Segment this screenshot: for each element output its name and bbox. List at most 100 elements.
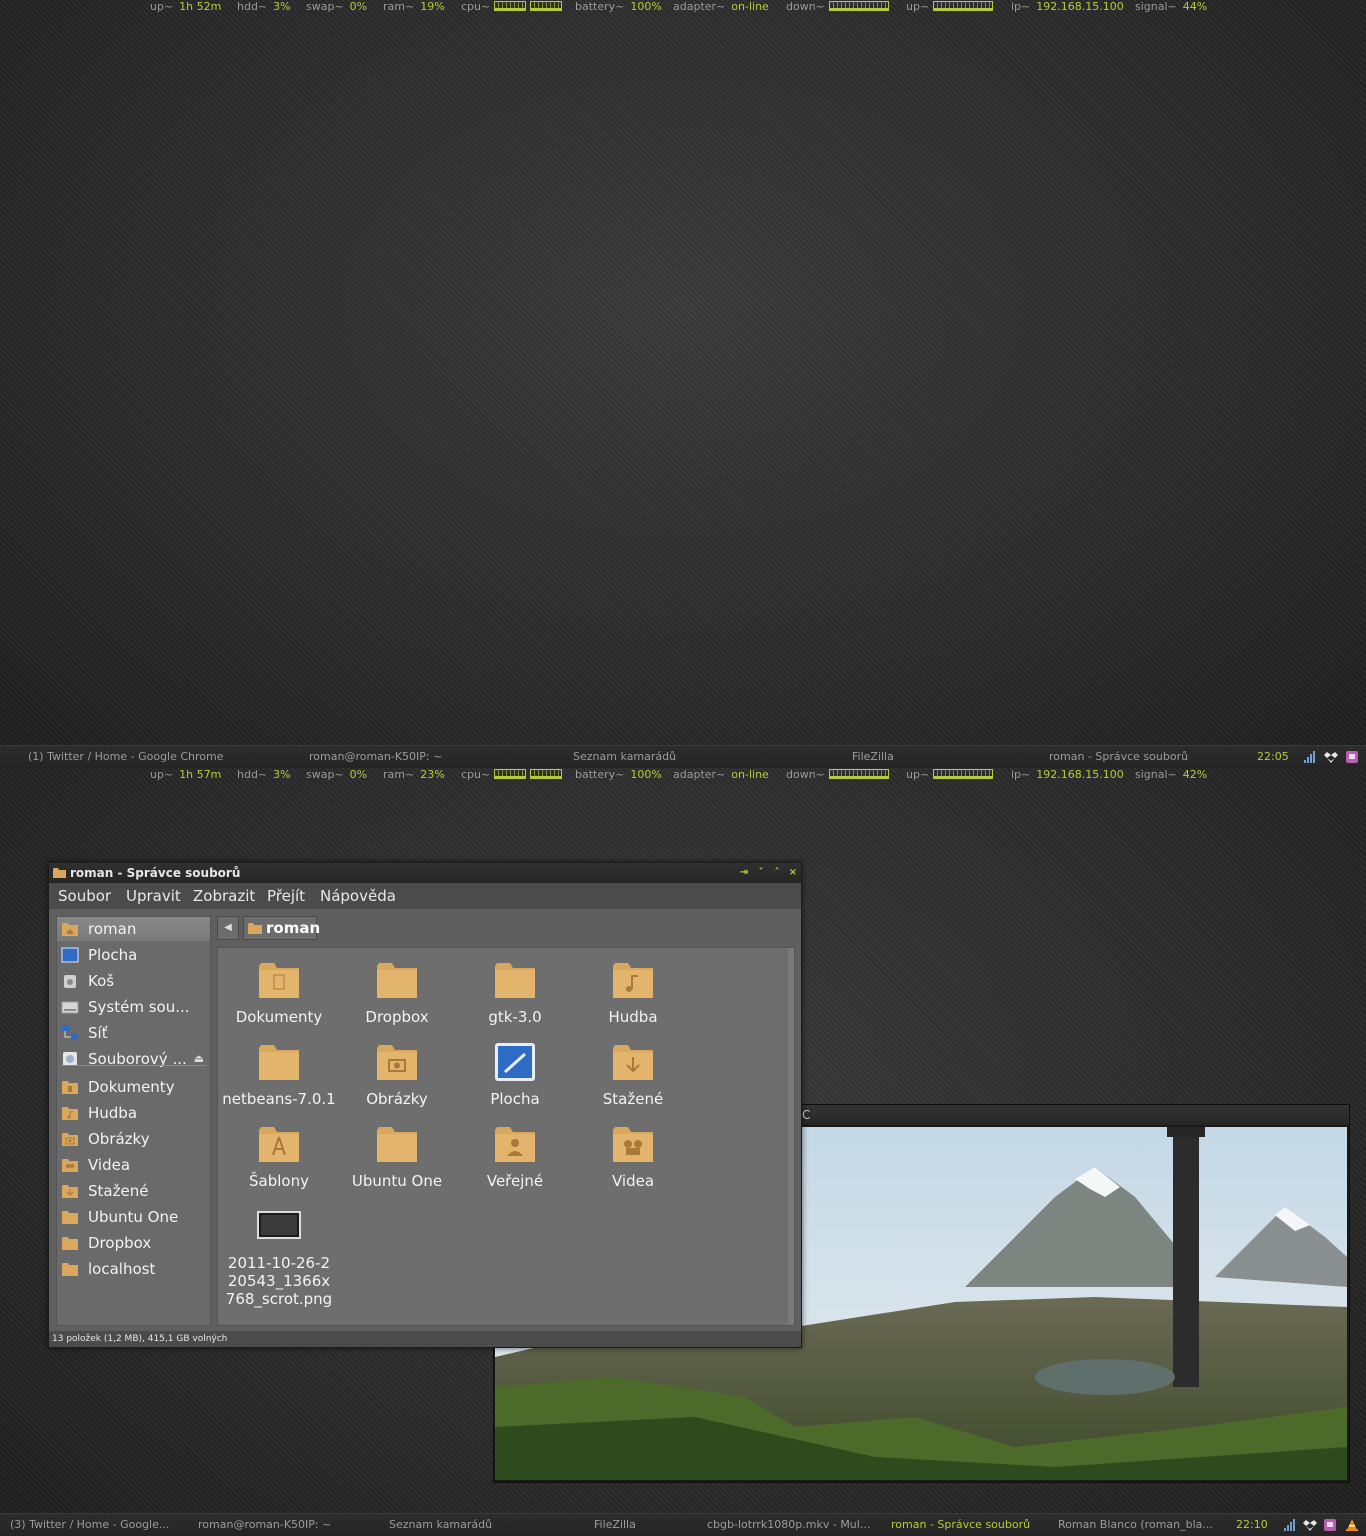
messenger-icon[interactable] — [1323, 1518, 1337, 1532]
chevron-up-icon[interactable]: ˄ — [770, 863, 784, 883]
task-video-player[interactable]: cbgb-lotrrk1080p.mkv - Mul... — [707, 1514, 870, 1536]
task-terminal[interactable]: roman@roman-K50IP: ~ — [309, 746, 442, 768]
sidebar-item-videa[interactable]: Videa — [57, 1153, 210, 1177]
file-item-netbeans[interactable]: netbeans-7.0.1 — [220, 1030, 338, 1110]
templates-folder-icon — [259, 1127, 299, 1162]
pin-icon[interactable]: ⇥ — [737, 863, 751, 883]
sidebar-item-hudba[interactable]: Hudba — [57, 1101, 210, 1125]
file-item-gtk[interactable]: gtk-3.0 — [456, 948, 574, 1028]
menu-go[interactable]: Přejít — [267, 883, 305, 909]
cpu-stat: cpu~ — [461, 0, 563, 14]
battery-stat: battery~ 100% — [575, 768, 662, 781]
pictures-folder-icon — [377, 1045, 417, 1080]
task-filezilla[interactable]: FileZilla — [852, 746, 894, 768]
breadcrumb-roman[interactable]: roman — [243, 916, 321, 940]
videos-folder-icon — [613, 1127, 653, 1162]
scrollbar[interactable] — [788, 948, 794, 1325]
sidebar-item-kos[interactable]: Koš — [57, 969, 210, 993]
clock[interactable]: 22:10 — [1236, 1514, 1268, 1536]
sidebar-item-dropbox[interactable]: Dropbox — [57, 1231, 210, 1255]
sidebar-item-roman[interactable]: roman — [57, 917, 210, 941]
file-label: Videa — [611, 1172, 655, 1190]
file-label: Dokumenty — [235, 1008, 323, 1026]
file-item-stazene[interactable]: Stažené — [574, 1030, 692, 1110]
sidebar-item-network[interactable]: Síť — [57, 1021, 210, 1045]
battery-stat: battery~ 100% — [575, 0, 662, 13]
file-label: Stažené — [602, 1090, 664, 1108]
task-file-manager[interactable]: roman - Správce souborů — [1049, 746, 1188, 768]
sidebar-item-plocha[interactable]: Plocha — [57, 943, 210, 967]
download-stat: down~ — [786, 768, 889, 782]
chevron-down-icon[interactable]: ˅ — [754, 863, 768, 883]
uptime-stat: up~ 1h 52m — [150, 0, 222, 13]
folder-icon — [53, 868, 66, 878]
status-bar: 13 položek (1,2 MB), 415,1 GB volných — [49, 1331, 801, 1347]
file-item-verejne[interactable]: Veřejné — [456, 1112, 574, 1192]
desktop-icon — [61, 947, 79, 963]
menu-help[interactable]: Nápověda — [320, 883, 396, 909]
signal-strength-icon[interactable] — [1303, 750, 1317, 764]
file-manager-window[interactable]: roman - Správce souborů ⇥ ˅ ˄ × Soubor U… — [48, 862, 802, 1348]
messenger-icon[interactable] — [1345, 750, 1359, 764]
task-contacts[interactable]: Seznam kamarádů — [573, 746, 676, 768]
pictures-folder-icon — [62, 1133, 78, 1146]
sidebar-item-stazene[interactable]: Stažené — [57, 1179, 210, 1203]
upload-graph — [933, 769, 994, 779]
file-item-obrazky[interactable]: Obrázky — [338, 1030, 456, 1110]
file-item-sablony[interactable]: Šablony — [220, 1112, 338, 1192]
sidebar-item-label: Souborový ... — [88, 1050, 187, 1068]
file-item-screenshot[interactable]: 2011-10-26-220543_1366x768_scrot.png — [220, 1194, 338, 1314]
file-item-hudba[interactable]: Hudba — [574, 948, 692, 1028]
file-item-videa[interactable]: Videa — [574, 1112, 692, 1192]
vlc-icon[interactable] — [1345, 1518, 1359, 1532]
close-icon[interactable]: × — [786, 863, 800, 883]
swap-stat: swap~ 0% — [306, 768, 368, 781]
videos-folder-icon — [62, 1159, 78, 1172]
download-graph — [828, 769, 889, 779]
task-chrome[interactable]: (3) Twitter / Home - Google... — [10, 1514, 169, 1536]
file-view[interactable]: Dokumenty Dropbox gtk-3.0 Hudba netbeans… — [217, 947, 795, 1326]
file-item-dokumenty[interactable]: Dokumenty — [220, 948, 338, 1028]
sidebar-item-dokumenty[interactable]: Dokumenty — [57, 1075, 210, 1099]
back-button[interactable]: ◀ — [217, 916, 239, 940]
ip-stat: ip~ 192.168.15.100 — [1011, 0, 1124, 13]
dropbox-icon[interactable] — [1303, 1518, 1317, 1532]
menu-bar: Soubor Upravit Zobrazit Přejít Nápověda — [49, 883, 801, 909]
folder-icon — [377, 963, 417, 998]
task-contacts[interactable]: Seznam kamarádů — [389, 1514, 492, 1536]
signal-strength-icon[interactable] — [1283, 1518, 1297, 1532]
clock[interactable]: 22:05 — [1257, 746, 1289, 768]
menu-edit[interactable]: Upravit — [126, 883, 181, 909]
sidebar-item-drive[interactable]: Souborový ... ⏏ — [57, 1047, 210, 1071]
ram-stat: ram~ 19% — [383, 0, 445, 13]
window-title-bar[interactable]: roman - Správce souborů ⇥ ˅ ˄ × — [49, 863, 801, 883]
menu-file[interactable]: Soubor — [58, 883, 111, 909]
breadcrumb-label: roman — [266, 919, 321, 937]
public-folder-icon — [495, 1127, 535, 1162]
dropbox-icon[interactable] — [1324, 750, 1338, 764]
trash-icon — [64, 975, 76, 988]
file-item-ubuntu-one[interactable]: Ubuntu One — [338, 1112, 456, 1192]
downloads-folder-icon — [613, 1045, 653, 1080]
file-item-plocha[interactable]: Plocha — [456, 1030, 574, 1110]
task-file-manager[interactable]: roman - Správce souborů — [891, 1514, 1030, 1536]
sidebar-item-label: roman — [88, 920, 137, 938]
task-chrome[interactable]: (1) Twitter / Home - Google Chrome — [28, 746, 224, 768]
sidebar-item-filesystem[interactable]: Systém sou... — [57, 995, 210, 1019]
file-label: Dropbox — [365, 1008, 429, 1026]
task-chat[interactable]: Roman Blanco (roman_bla... — [1058, 1514, 1213, 1536]
eject-icon[interactable]: ⏏ — [194, 1047, 204, 1071]
sidebar-item-label: Síť — [88, 1024, 108, 1042]
video-title-text: C — [802, 1108, 811, 1122]
file-label: Veřejné — [486, 1172, 544, 1190]
sidebar-item-label: Stažené — [88, 1182, 149, 1200]
menu-view[interactable]: Zobrazit — [193, 883, 255, 909]
sidebar-item-localhost[interactable]: localhost — [57, 1257, 210, 1281]
task-filezilla[interactable]: FileZilla — [594, 1514, 636, 1536]
task-terminal[interactable]: roman@roman-K50IP: ~ — [198, 1514, 331, 1536]
file-item-dropbox[interactable]: Dropbox — [338, 948, 456, 1028]
sidebar-item-label: Ubuntu One — [88, 1208, 179, 1226]
sidebar-item-obrazky[interactable]: Obrázky — [57, 1127, 210, 1151]
file-label: 2011-10-26-220543_1366x768_scrot.png — [225, 1254, 333, 1308]
sidebar-item-ubuntu-one[interactable]: Ubuntu One — [57, 1205, 210, 1229]
